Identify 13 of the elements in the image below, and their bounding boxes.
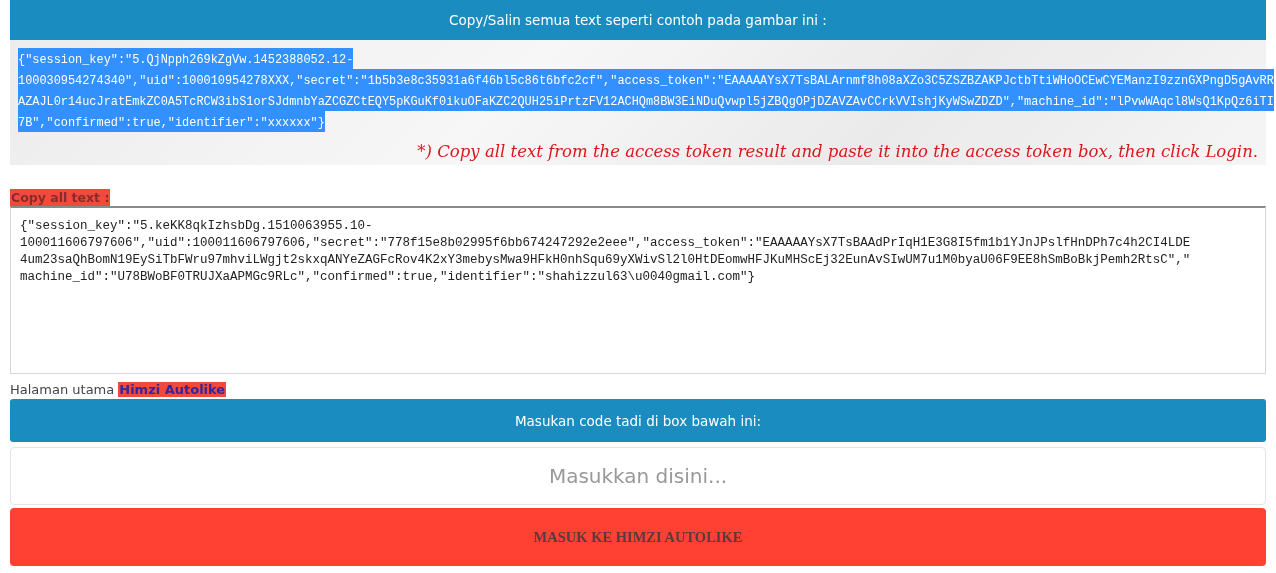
token-text-area[interactable] <box>10 206 1266 374</box>
home-link[interactable]: Himzi Autolike <box>118 382 227 397</box>
instruction-note: *) Copy all text from the access token result and paste it into the access token box, then click Login. <box>417 142 1258 161</box>
code-input-field[interactable]: Masukkan disini... <box>10 447 1266 505</box>
token-text-line: machine_id":"U78BWoBF0TRUJXaAPMGc9RLc","confirmed":true,"identifier":"shahizzul63\u0040gmail.com"} <box>20 269 757 286</box>
token-text-line: 100011606797606","uid":100011606797606,"secret":"778f15e8b02995f6bb674247292e2eee","access_token":"EAAAAAYsX7TsBAAdPrIqH1E3G8I5fm1b1YJnJPslfHnDPh7c4h2CI4LDE <box>20 235 1192 252</box>
home-label: Halaman utama <box>10 382 115 397</box>
copy-label: Copy all text : <box>10 189 111 206</box>
token-text-line: 4um23saQhBomN19EySiTbFWru97mhviLWgjt2skxqANYeZAGFcRov4K2xY3mebysMwa9HFkH0nhSqu69yXWivSl2l0HtDEomwHFJKuMHScEj32EunAvSIwUM7u1M0byaU06F9EE8hSmBoBkjPemh2RtsC"," <box>20 252 1192 269</box>
token-text-line: {"session_key":"5.keKK8qkIzhsbDg.1510063955.10- <box>20 218 374 235</box>
header-bar: Copy/Salin semua text seperti contoh pada gambar ini : <box>10 0 1266 40</box>
code-bar: Masukan code tadi di box bawah ini: <box>10 399 1266 442</box>
submit-button[interactable]: MASUK KE HIMZI AUTOLIKE <box>10 508 1266 566</box>
